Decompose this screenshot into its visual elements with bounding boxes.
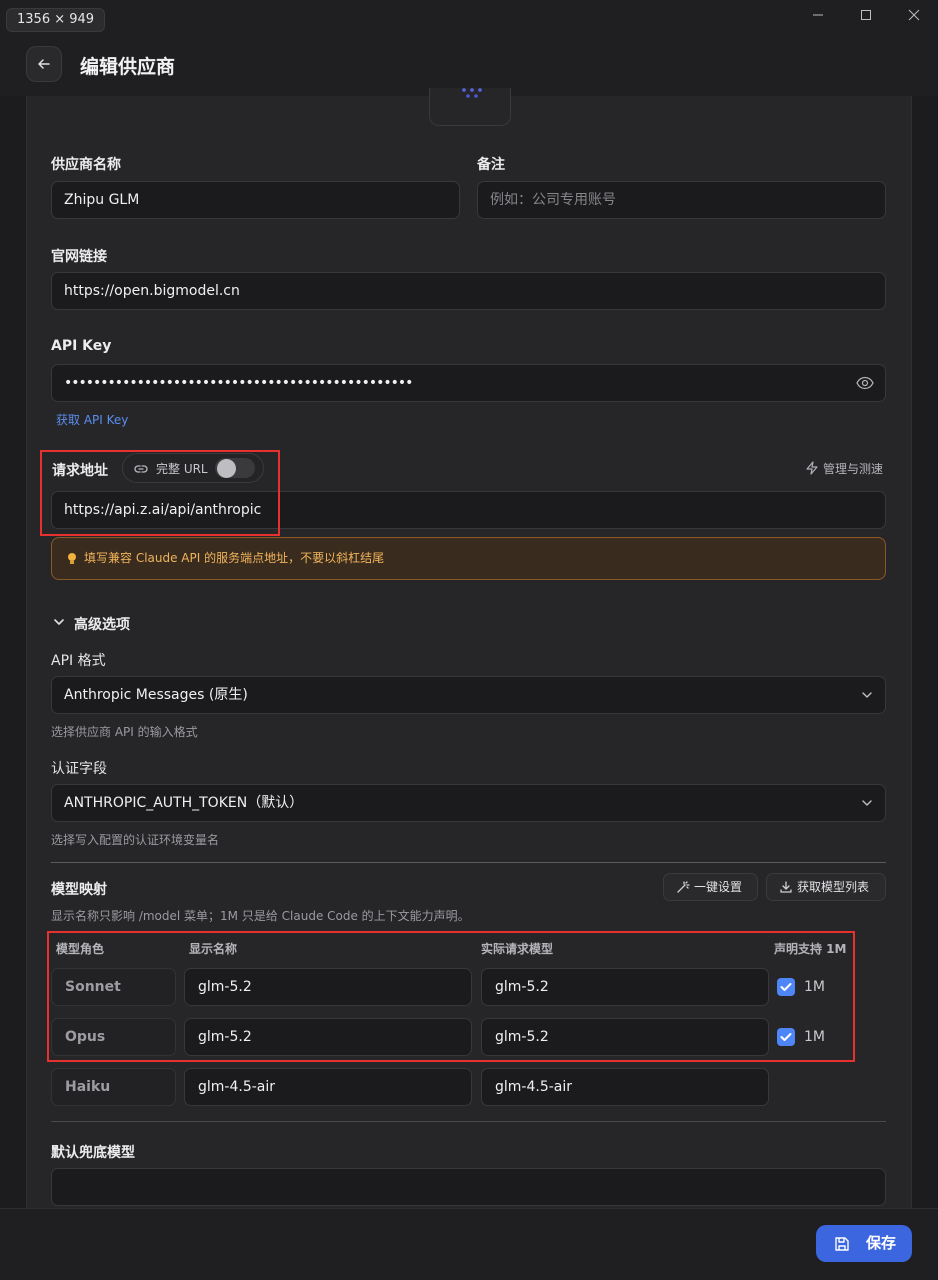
actual-model-input-haiku[interactable]: glm-4.5-air (481, 1068, 769, 1106)
close-icon[interactable] (890, 0, 938, 30)
manage-speed-link[interactable]: 管理与测速 (823, 460, 883, 477)
save-icon (835, 1237, 849, 1251)
model-mapping-title: 模型映射 (51, 882, 107, 898)
warning-text: 填写兼容 Claude API 的服务端点地址，不要以斜杠结尾 (84, 551, 385, 565)
one-click-setup-button[interactable]: 一键设置 (663, 873, 758, 901)
auth-field-select[interactable]: ANTHROPIC_AUTH_TOKEN（默认） (51, 784, 886, 822)
bolt-icon (806, 461, 818, 475)
provider-name-input[interactable]: Zhipu GLM (51, 181, 460, 219)
minimize-icon[interactable] (794, 0, 842, 30)
section-divider (51, 1121, 886, 1122)
model-mapping-hint: 显示名称只影响 /model 菜单；1M 只是给 Claude Code 的上下… (51, 909, 470, 923)
section-divider (51, 862, 886, 863)
save-button[interactable]: 保存 (816, 1225, 912, 1262)
chevron-down-icon (862, 692, 872, 698)
fetch-models-button[interactable]: 获取模型列表 (766, 873, 886, 901)
save-label: 保存 (866, 1234, 897, 1252)
magic-wand-icon (677, 881, 690, 893)
website-label: 官网链接 (51, 249, 107, 265)
footer-bar (0, 1208, 938, 1280)
auth-field-label: 认证字段 (51, 761, 107, 777)
advanced-options-toggle[interactable]: 高级选项 (74, 614, 130, 634)
request-url-warning: 填写兼容 Claude API 的服务端点地址，不要以斜杠结尾 (51, 537, 886, 580)
fetch-models-label: 获取模型列表 (797, 880, 870, 894)
dimension-label: 1356 × 949 (6, 8, 106, 32)
api-format-value: Anthropic Messages (原生) (64, 687, 248, 703)
window-titlebar: 1356 × 949 (0, 0, 938, 34)
eye-icon[interactable] (856, 376, 874, 390)
page-title: 编辑供应商 (80, 56, 176, 78)
arrow-left-icon (38, 59, 50, 69)
auth-field-hint: 选择写入配置的认证环境变量名 (51, 833, 220, 847)
get-api-key-link[interactable]: 获取 API Key (56, 411, 128, 428)
api-format-hint: 选择供应商 API 的输入格式 (51, 725, 198, 739)
provider-logo[interactable] (429, 88, 511, 126)
lightbulb-icon (68, 553, 76, 564)
fallback-model-label: 默认兜底模型 (51, 1145, 135, 1161)
fallback-model-input[interactable] (51, 1168, 886, 1206)
role-cell-haiku: Haiku (51, 1068, 176, 1106)
website-input[interactable]: https://open.bigmodel.cn (51, 272, 886, 310)
api-key-input[interactable]: ••••••••••••••••••••••••••••••••••••••••… (51, 364, 886, 402)
chevron-down-icon[interactable] (53, 616, 65, 628)
api-key-value: ••••••••••••••••••••••••••••••••••••••••… (64, 375, 413, 391)
window-controls (794, 0, 938, 32)
note-input[interactable]: 例如：公司专用账号 (477, 181, 886, 219)
highlight-box-model-mapping (47, 931, 855, 1062)
chevron-down-icon (862, 800, 872, 806)
api-format-label: API 格式 (51, 653, 106, 669)
api-key-label: API Key (51, 338, 112, 354)
api-format-select[interactable]: Anthropic Messages (原生) (51, 676, 886, 714)
download-icon (780, 881, 792, 893)
back-button[interactable] (26, 46, 62, 82)
page-header: 编辑供应商 (0, 34, 938, 96)
one-click-setup-label: 一键设置 (694, 880, 743, 894)
auth-field-value: ANTHROPIC_AUTH_TOKEN（默认） (64, 795, 304, 811)
maximize-icon[interactable] (842, 0, 890, 30)
provider-logo-icon (462, 88, 482, 98)
provider-name-label: 供应商名称 (51, 157, 121, 173)
note-label: 备注 (477, 157, 505, 173)
display-name-input-haiku[interactable]: glm-4.5-air (184, 1068, 472, 1106)
highlight-box-request-url (40, 450, 280, 536)
